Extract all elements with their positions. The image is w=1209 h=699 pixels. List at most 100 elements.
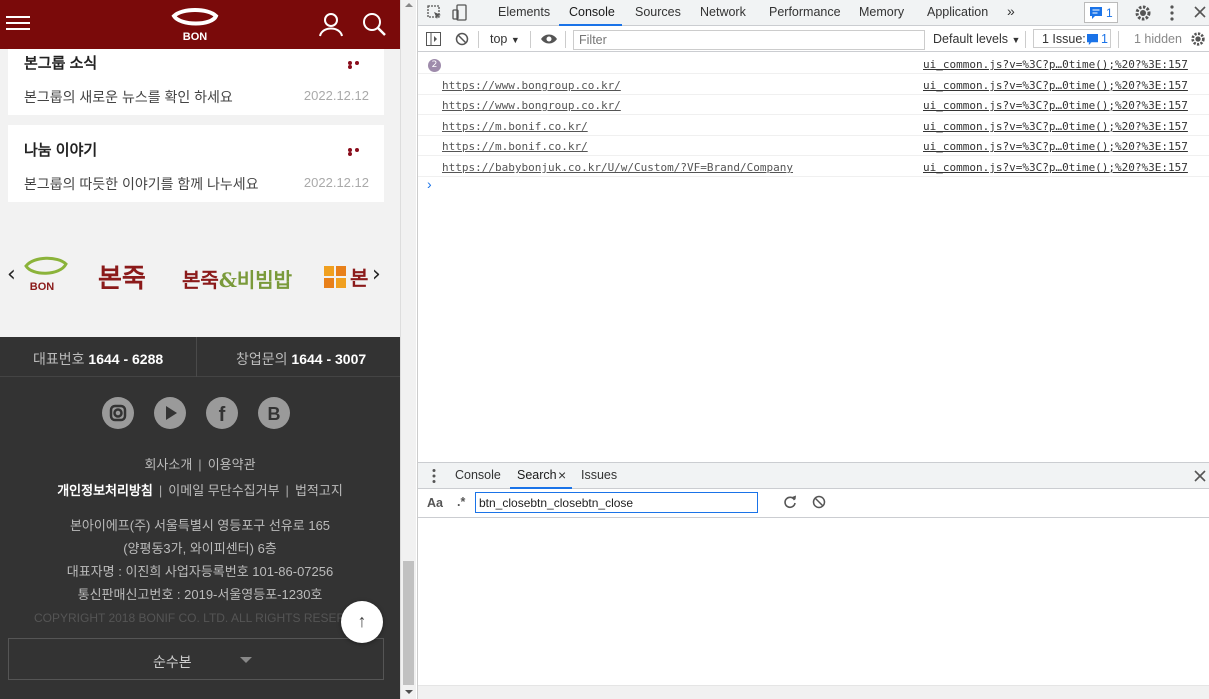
toolbar-divider [1118,31,1119,48]
log-url-link[interactable]: https://www.bongroup.co.kr/ [442,79,621,92]
menu-icon[interactable] [6,12,30,34]
sharing-card[interactable]: 나눔 이야기 본그룹의 따듯한 이야기를 함께 나누세요 2022.12.12 [8,125,384,202]
log-source-link[interactable]: ui_common.js?v=%3C?p…0time();%20?%3E:157 [923,79,1188,92]
search-icon[interactable] [361,11,387,37]
sidebar-toggle-icon[interactable] [426,32,441,49]
email-policy-link[interactable]: 이메일 무단수집거부 [168,483,279,498]
issues-counter-button[interactable]: 1 [1084,2,1118,23]
close-search-tab-icon[interactable]: × [558,467,566,483]
link-separator: | [158,483,163,498]
log-row: https://m.bonif.co.kr/ ui_common.js?v=%3… [418,136,1209,156]
context-select[interactable]: top ▼ [490,32,520,46]
main-phone[interactable]: 대표번호 1644 - 6288 [33,349,163,369]
page-scrollbar[interactable] [400,0,416,699]
brand-select[interactable]: 순수본 [8,638,384,680]
footer-links-row2: 개인정보처리방침 | 이메일 무단수집거부 | 법적고지 [0,480,400,499]
privacy-link[interactable]: 개인정보처리방침 [57,483,153,498]
log-row: 2 ui_common.js?v=%3C?p…0time();%20?%3E:1… [418,54,1209,74]
dropdown-arrow-icon: ▼ [1011,35,1021,45]
log-levels-select[interactable]: Default levels ▼ [933,32,1020,46]
more-icon[interactable] [348,148,368,156]
terms-link[interactable]: 이용약관 [208,457,256,472]
close-drawer-icon[interactable] [1193,469,1207,486]
franchise-phone-label: 창업문의 [236,351,288,367]
kebab-menu-icon[interactable] [1169,4,1175,25]
drawer-tab-console[interactable]: Console [455,468,501,482]
drawer-tab-search[interactable]: Search [517,468,557,482]
search-input[interactable] [475,492,758,513]
log-source-link[interactable]: ui_common.js?v=%3C?p…0time();%20?%3E:157 [923,120,1188,133]
log-source-link[interactable]: ui_common.js?v=%3C?p…0time();%20?%3E:157 [923,161,1188,174]
drawer-horizontal-scrollbar[interactable] [418,685,1209,699]
brand-bonjuk[interactable]: 본죽 [98,258,146,295]
scroll-down-arrow-icon[interactable] [405,690,413,694]
more-tabs-button[interactable]: » [1007,3,1015,19]
refresh-search-icon[interactable] [783,495,797,512]
console-prompt[interactable]: › [427,176,432,192]
tab-application[interactable]: Application [927,5,988,19]
log-source-link[interactable]: ui_common.js?v=%3C?p…0time();%20?%3E:157 [923,58,1188,71]
log-row: https://babybonjuk.co.kr/U/w/Custom/?VF=… [418,157,1209,177]
scroll-up-arrow-icon[interactable] [405,3,413,7]
console-settings-gear-icon[interactable] [1190,31,1206,50]
news-card[interactable]: 본그룹 소식 본그룹의 새로운 뉴스를 확인 하세요 2022.12.12 [8,40,384,115]
inspect-element-icon[interactable] [427,5,443,24]
instagram-icon[interactable] [102,397,134,429]
franchise-phone[interactable]: 창업문의 1644 - 3007 [236,349,366,369]
log-url-link[interactable]: https://babybonjuk.co.kr/U/w/Custom/?VF=… [442,161,793,174]
brand-carousel: ‹ BON 본죽 본죽&비빔밥 본 › [0,240,400,310]
footer-links-row1: 회사소개 | 이용약관 [0,454,400,473]
log-url-link[interactable]: https://www.bongroup.co.kr/ [442,99,621,112]
log-row: https://www.bongroup.co.kr/ ui_common.js… [418,95,1209,115]
carousel-next-button[interactable]: › [372,262,381,287]
brand-bon-dosirak[interactable]: 본 [323,262,368,291]
company-link[interactable]: 회사소개 [144,457,192,472]
bon-logo[interactable]: BON [168,6,222,44]
scrollbar-thumb[interactable] [403,561,414,685]
youtube-icon[interactable] [154,397,186,429]
settings-gear-icon[interactable] [1134,4,1152,25]
log-url-link[interactable]: https://m.bonif.co.kr/ [442,140,588,153]
user-icon[interactable] [318,11,344,37]
log-source-link[interactable]: ui_common.js?v=%3C?p…0time();%20?%3E:157 [923,99,1188,112]
tab-sources[interactable]: Sources [635,5,681,19]
main-phone-label: 대표번호 [33,351,85,367]
scroll-top-button[interactable]: ↑ [341,601,383,643]
brand-bon[interactable]: BON [22,256,68,293]
tab-memory[interactable]: Memory [859,5,904,19]
close-devtools-icon[interactable] [1193,5,1207,22]
tab-performance[interactable]: Performance [769,5,841,19]
business-registration: 대표자명 : 이진희 사업자등록번호 101-86-07256 [66,564,334,579]
clear-search-icon[interactable] [812,495,826,512]
device-toggle-icon[interactable] [452,4,468,24]
match-case-toggle[interactable]: Aa [427,496,443,510]
regex-toggle[interactable]: .* [457,495,465,509]
more-icon[interactable] [348,61,368,69]
tab-elements[interactable]: Elements [498,5,550,19]
drawer-menu-icon[interactable] [431,468,437,487]
log-source-link[interactable]: ui_common.js?v=%3C?p…0time();%20?%3E:157 [923,140,1188,153]
brand-bonjuk-bibimbap[interactable]: 본죽&비빔밥 [182,264,292,293]
devtools-panel: Elements Console Sources Network Perform… [417,0,1209,699]
tab-console[interactable]: Console [569,5,615,19]
clear-console-icon[interactable] [455,32,469,49]
log-url-link[interactable]: https://m.bonif.co.kr/ [442,120,588,133]
phone-bar: 대표번호 1644 - 6288 창업문의 1644 - 3007 [0,337,400,377]
card-date: 2022.12.12 [303,88,369,103]
tab-network[interactable]: Network [700,5,746,19]
brand-b3-part2: &비빔밥 [218,268,293,292]
legal-link[interactable]: 법적고지 [295,483,343,498]
console-filter-input[interactable] [573,30,925,50]
carousel-prev-button[interactable]: ‹ [7,262,16,287]
toolbar-divider [478,31,479,48]
svg-text:f: f [219,404,226,426]
facebook-icon[interactable]: f [206,397,238,429]
live-expression-eye-icon[interactable] [540,33,558,48]
issues-counter-label: 1 [1106,6,1113,20]
devtools-tabbar: Elements Console Sources Network Perform… [418,0,1209,26]
blog-icon[interactable]: B [258,397,290,429]
issues-filter-button[interactable]: 1 Issue: 1 [1033,29,1111,48]
drawer-tab-issues[interactable]: Issues [581,468,617,482]
main-phone-number: 1644 - 6288 [88,351,164,367]
issues-filter-count: 1 [1101,32,1108,46]
